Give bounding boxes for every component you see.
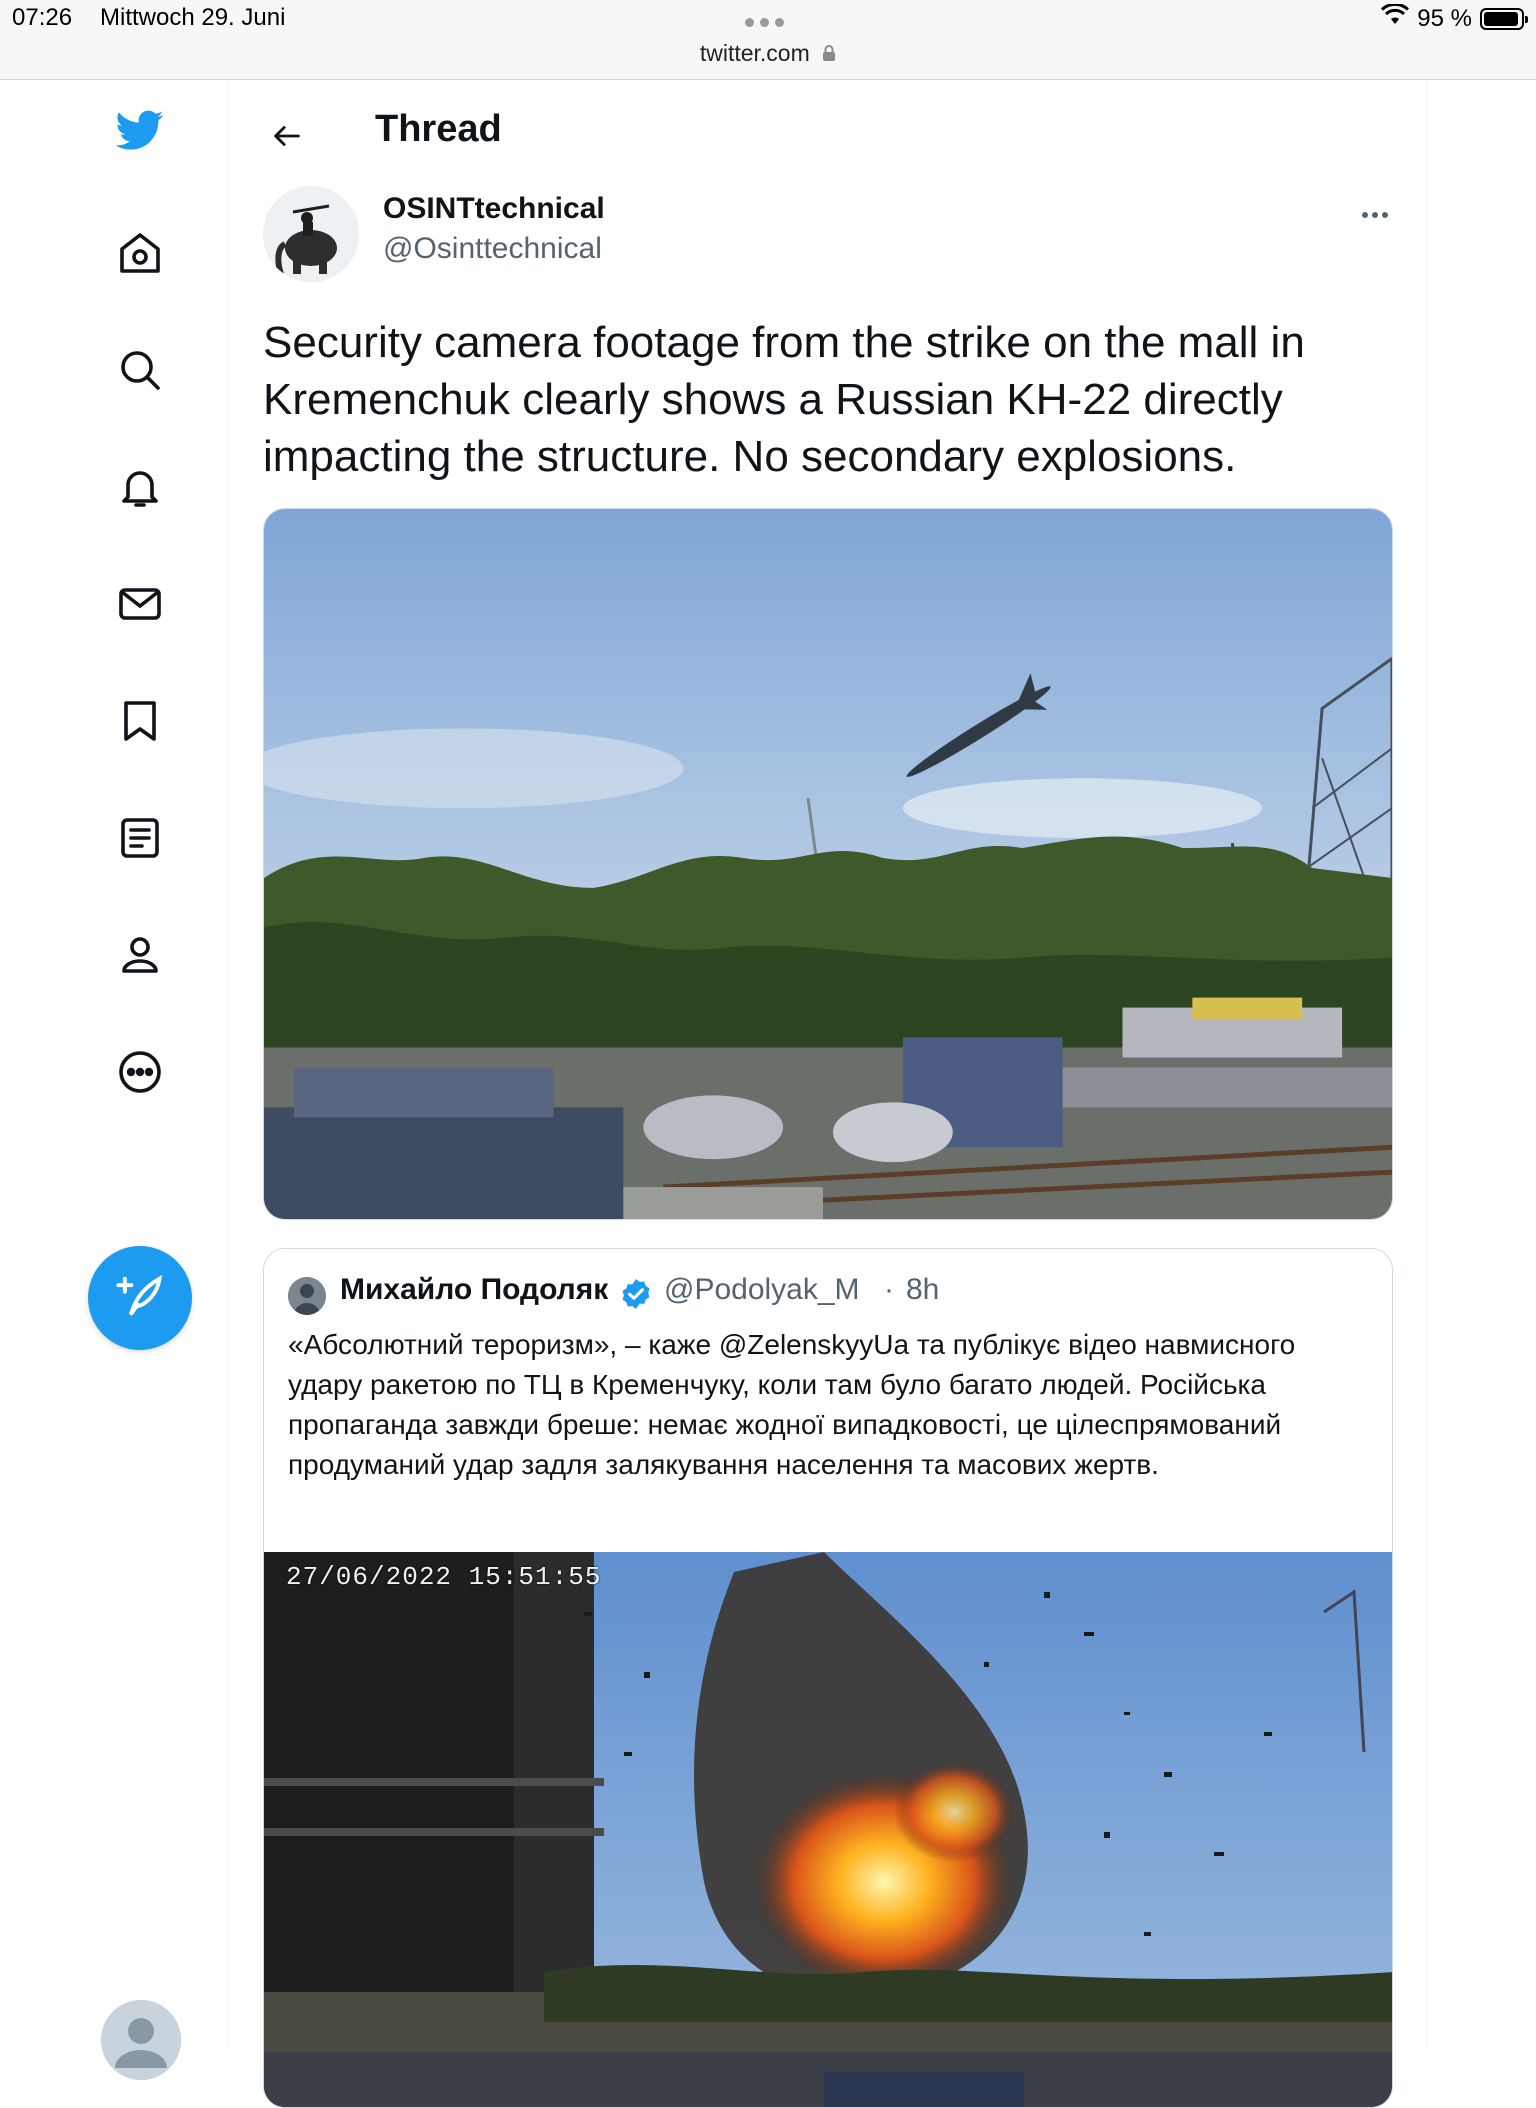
notifications-bell-icon[interactable]	[110, 457, 170, 517]
arrow-left-icon	[274, 126, 300, 146]
quote-text: «Абсолютний тероризм», – каже @Zelenskyy…	[288, 1329, 1296, 1480]
tweet-video[interactable]	[263, 508, 1393, 1220]
status-date: Mittwoch 29. Juni	[100, 4, 286, 31]
explosion-footage-image	[264, 1552, 1392, 2107]
missile-footage-image	[264, 509, 1392, 1219]
compose-feather-icon	[114, 1270, 166, 1327]
status-time: 07:26	[12, 4, 73, 31]
lock-icon	[822, 41, 836, 68]
lists-icon[interactable]	[110, 808, 170, 868]
battery-percentage: 95 %	[1417, 4, 1472, 32]
quote-video[interactable]: 27/06/2022 15:51:55	[264, 1552, 1392, 2107]
browser-status-bar: 07:26 Mittwoch 29. Juni twitter.com 95 %	[0, 0, 1536, 80]
more-circle-icon[interactable]	[110, 1042, 170, 1102]
verified-badge-icon	[619, 1277, 653, 1311]
more-options-icon[interactable]	[1355, 200, 1395, 230]
account-avatar[interactable]	[101, 2000, 181, 2080]
sidebar-nav	[0, 80, 229, 2080]
address-bar[interactable]: twitter.com	[0, 40, 1536, 68]
back-button[interactable]	[263, 112, 311, 160]
profile-icon[interactable]	[110, 925, 170, 985]
quote-author-name[interactable]: Михайло Подоляк	[340, 1273, 608, 1307]
compose-tweet-button[interactable]	[88, 1246, 192, 1350]
tweet-text: Security camera footage from the strike …	[263, 318, 1305, 481]
quote-separator: ·	[884, 1273, 894, 1306]
quote-timestamp[interactable]: 8h	[906, 1273, 939, 1307]
wifi-icon	[1381, 2, 1410, 33]
quote-author-handle[interactable]: @Podolyak_M	[664, 1273, 860, 1307]
author-avatar[interactable]	[263, 186, 359, 282]
page-title: Thread	[375, 108, 502, 150]
quoted-tweet[interactable]: Михайло Подоляк @Podolyak_M · 8h «Абсолю…	[263, 1248, 1393, 2108]
twitter-logo-icon[interactable]	[110, 100, 170, 160]
url-text: twitter.com	[699, 40, 810, 66]
multitasking-dots-icon[interactable]	[745, 14, 793, 28]
battery-icon	[1480, 7, 1528, 30]
home-icon[interactable]	[110, 223, 170, 283]
author-handle[interactable]: @Osinttechnical	[383, 232, 602, 266]
video-timestamp-overlay: 27/06/2022 15:51:55	[286, 1562, 602, 1592]
author-name[interactable]: OSINTtechnical	[383, 192, 605, 226]
messages-envelope-icon[interactable]	[110, 574, 170, 634]
quote-author-avatar[interactable]	[288, 1277, 326, 1315]
thread-column: Thread OSINTtechnical @Osinttechnical Se…	[229, 80, 1427, 2108]
bookmark-icon[interactable]	[110, 691, 170, 751]
search-icon[interactable]	[110, 340, 170, 400]
